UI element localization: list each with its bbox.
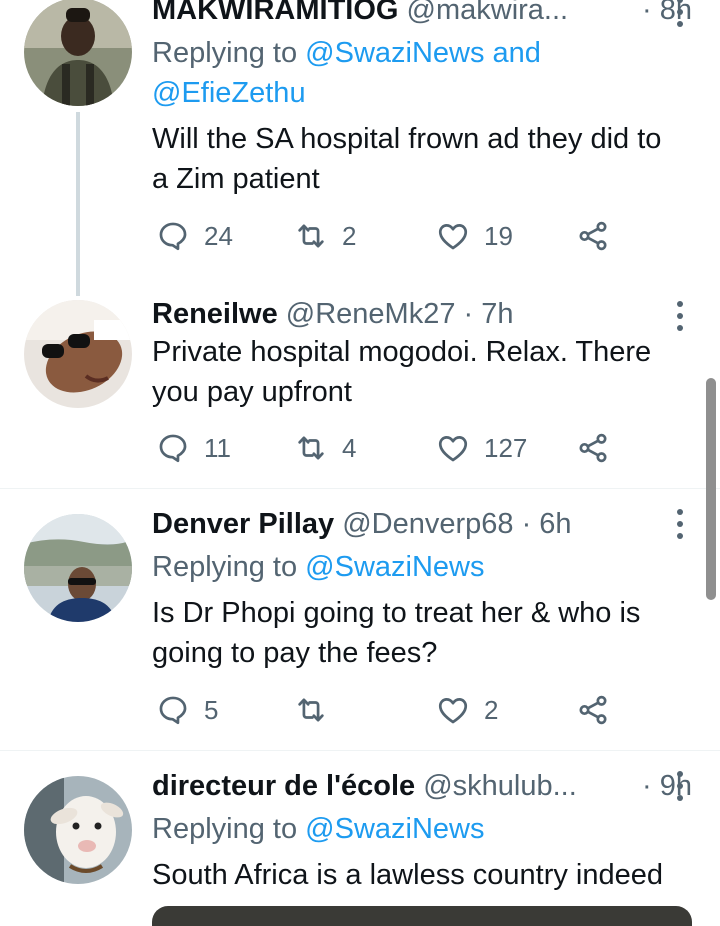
reply-count: 24 — [204, 220, 233, 251]
share-icon — [579, 433, 607, 463]
tweet-4[interactable]: directeur de l'école @skhulub... · 9h Re… — [0, 752, 720, 914]
more-icon[interactable] — [666, 296, 694, 336]
reply-count: 5 — [204, 694, 219, 725]
display-name[interactable]: Denver Pillay — [152, 508, 334, 540]
reply-button[interactable]: 11 — [156, 426, 231, 470]
more-icon[interactable] — [666, 0, 694, 32]
mention-link[interactable]: @SwaziNews — [305, 813, 484, 845]
share-icon — [579, 695, 607, 725]
tweet-1[interactable]: MAKWIRAMITIOG @makwira... · 8h Replying … — [0, 0, 720, 300]
tweet-text: Will the SA hospital frown ad they did t… — [152, 123, 662, 195]
tweet-3[interactable]: Denver Pillay @Denverp68 · 6h Replying t… — [0, 490, 720, 750]
thread-connector — [76, 112, 80, 296]
share-button[interactable] — [576, 214, 610, 258]
like-button[interactable]: 127 — [436, 426, 527, 470]
like-count: 127 — [484, 432, 528, 463]
user-handle[interactable]: @ReneMk27 — [286, 298, 456, 330]
action-bar: 5 2 — [152, 688, 622, 732]
like-icon — [438, 436, 468, 462]
like-icon — [438, 224, 468, 250]
display-name[interactable]: MAKWIRAMITIOG — [152, 0, 398, 26]
retweet-count: 2 — [342, 220, 357, 251]
action-bar: 24 2 19 — [152, 214, 622, 258]
display-name[interactable]: Reneilwe — [152, 298, 278, 330]
retweet-icon — [298, 698, 324, 722]
reply-icon — [159, 434, 187, 463]
share-icon — [579, 221, 607, 251]
avatar[interactable] — [24, 776, 132, 884]
tweet-text: Private hospital mogodoi. Relax. There y… — [152, 336, 652, 408]
mention-link[interactable]: @EfieZethu — [152, 77, 306, 109]
action-bar: 11 4 127 — [152, 426, 622, 470]
avatar[interactable] — [24, 514, 132, 622]
divider — [0, 488, 720, 489]
display-name[interactable]: directeur de l'école — [152, 770, 415, 802]
avatar[interactable] — [24, 0, 132, 106]
tweet-header: Denver Pillay @Denverp68 · 6h — [152, 504, 692, 544]
tweet-2[interactable]: Reneilwe @ReneMk27 · 7h Private hospital… — [0, 296, 720, 488]
retweet-icon — [298, 224, 324, 248]
more-icon[interactable] — [666, 766, 694, 806]
replying-to: Replying to @SwaziNews and — [152, 37, 541, 69]
avatar[interactable] — [24, 300, 132, 408]
reply-count: 11 — [204, 432, 231, 463]
share-button[interactable] — [576, 688, 610, 732]
reply-button[interactable]: 5 — [156, 688, 218, 732]
tweet-header: directeur de l'école @skhulub... · 9h — [152, 766, 692, 806]
user-handle[interactable]: @Denverp68 — [342, 508, 513, 540]
like-button[interactable]: 2 — [436, 688, 498, 732]
retweet-button[interactable]: 2 — [294, 214, 356, 258]
tweet-media[interactable] — [152, 906, 692, 926]
share-button[interactable] — [576, 426, 610, 470]
user-handle[interactable]: @skhulub... — [423, 770, 577, 802]
like-icon — [438, 698, 468, 724]
retweet-icon — [298, 436, 324, 460]
reply-button[interactable]: 24 — [156, 214, 233, 258]
retweet-button[interactable] — [294, 688, 342, 732]
tweet-header: Reneilwe @ReneMk27 · 7h — [152, 294, 692, 334]
retweet-button[interactable]: 4 — [294, 426, 356, 470]
tweet-text: Is Dr Phopi going to treat her & who is … — [152, 597, 641, 669]
scrollbar[interactable] — [706, 378, 716, 600]
replying-to: Replying to @SwaziNews — [152, 813, 485, 845]
like-count: 2 — [484, 694, 499, 725]
reply-icon — [159, 696, 187, 725]
more-icon[interactable] — [666, 504, 694, 544]
replying-to: Replying to @SwaziNews — [152, 551, 485, 583]
mention-link[interactable]: @SwaziNews — [305, 551, 484, 583]
replying-to-cont: @EfieZethu — [152, 73, 692, 113]
tweet-header: MAKWIRAMITIOG @makwira... · 8h — [152, 0, 692, 30]
tweet-text: South Africa is a lawless country indeed — [152, 859, 663, 891]
timestamp[interactable]: · 6h — [522, 508, 572, 540]
user-handle[interactable]: @makwira... — [407, 0, 569, 26]
like-count: 19 — [484, 220, 513, 251]
like-button[interactable]: 19 — [436, 214, 513, 258]
mention-link[interactable]: @SwaziNews and — [305, 37, 541, 69]
retweet-count: 4 — [342, 432, 357, 463]
divider — [0, 750, 720, 751]
reply-icon — [159, 222, 187, 251]
timestamp[interactable]: · 7h — [464, 298, 514, 330]
